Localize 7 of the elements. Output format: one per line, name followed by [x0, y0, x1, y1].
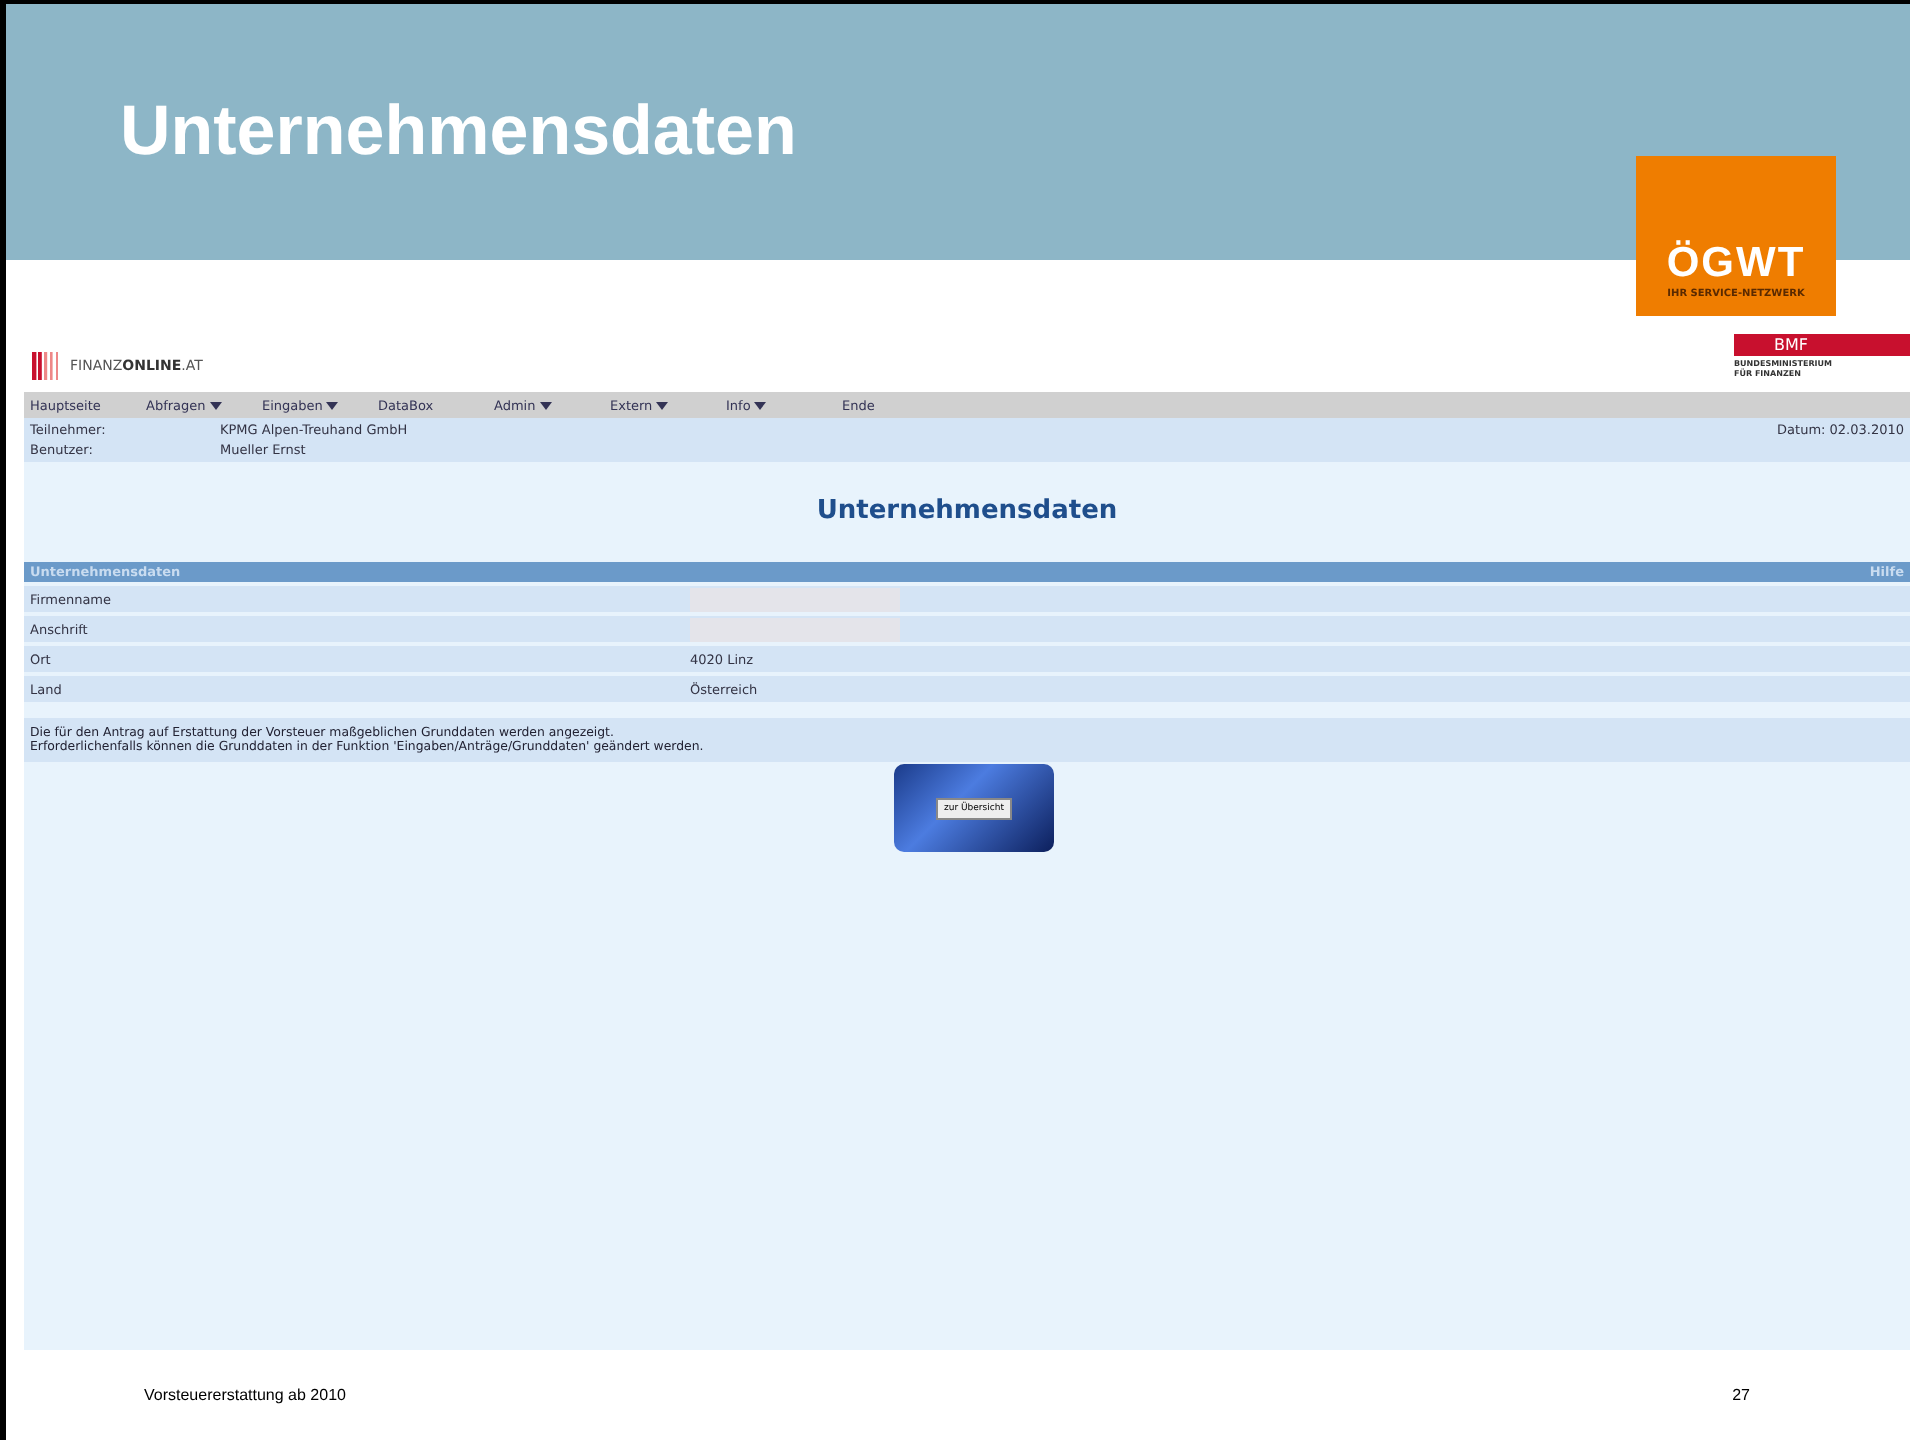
- slide-title: Unternehmensdaten: [120, 92, 797, 172]
- stripes-icon: [32, 352, 64, 380]
- footer-text: Vorsteuererstattung ab 2010: [144, 1386, 346, 1404]
- page-number: 27: [1732, 1386, 1750, 1404]
- page-heading: Unternehmensdaten: [814, 496, 1120, 526]
- logo-name: ÖGWT: [1666, 242, 1806, 284]
- bmf-logo: BMF: [1734, 334, 1910, 357]
